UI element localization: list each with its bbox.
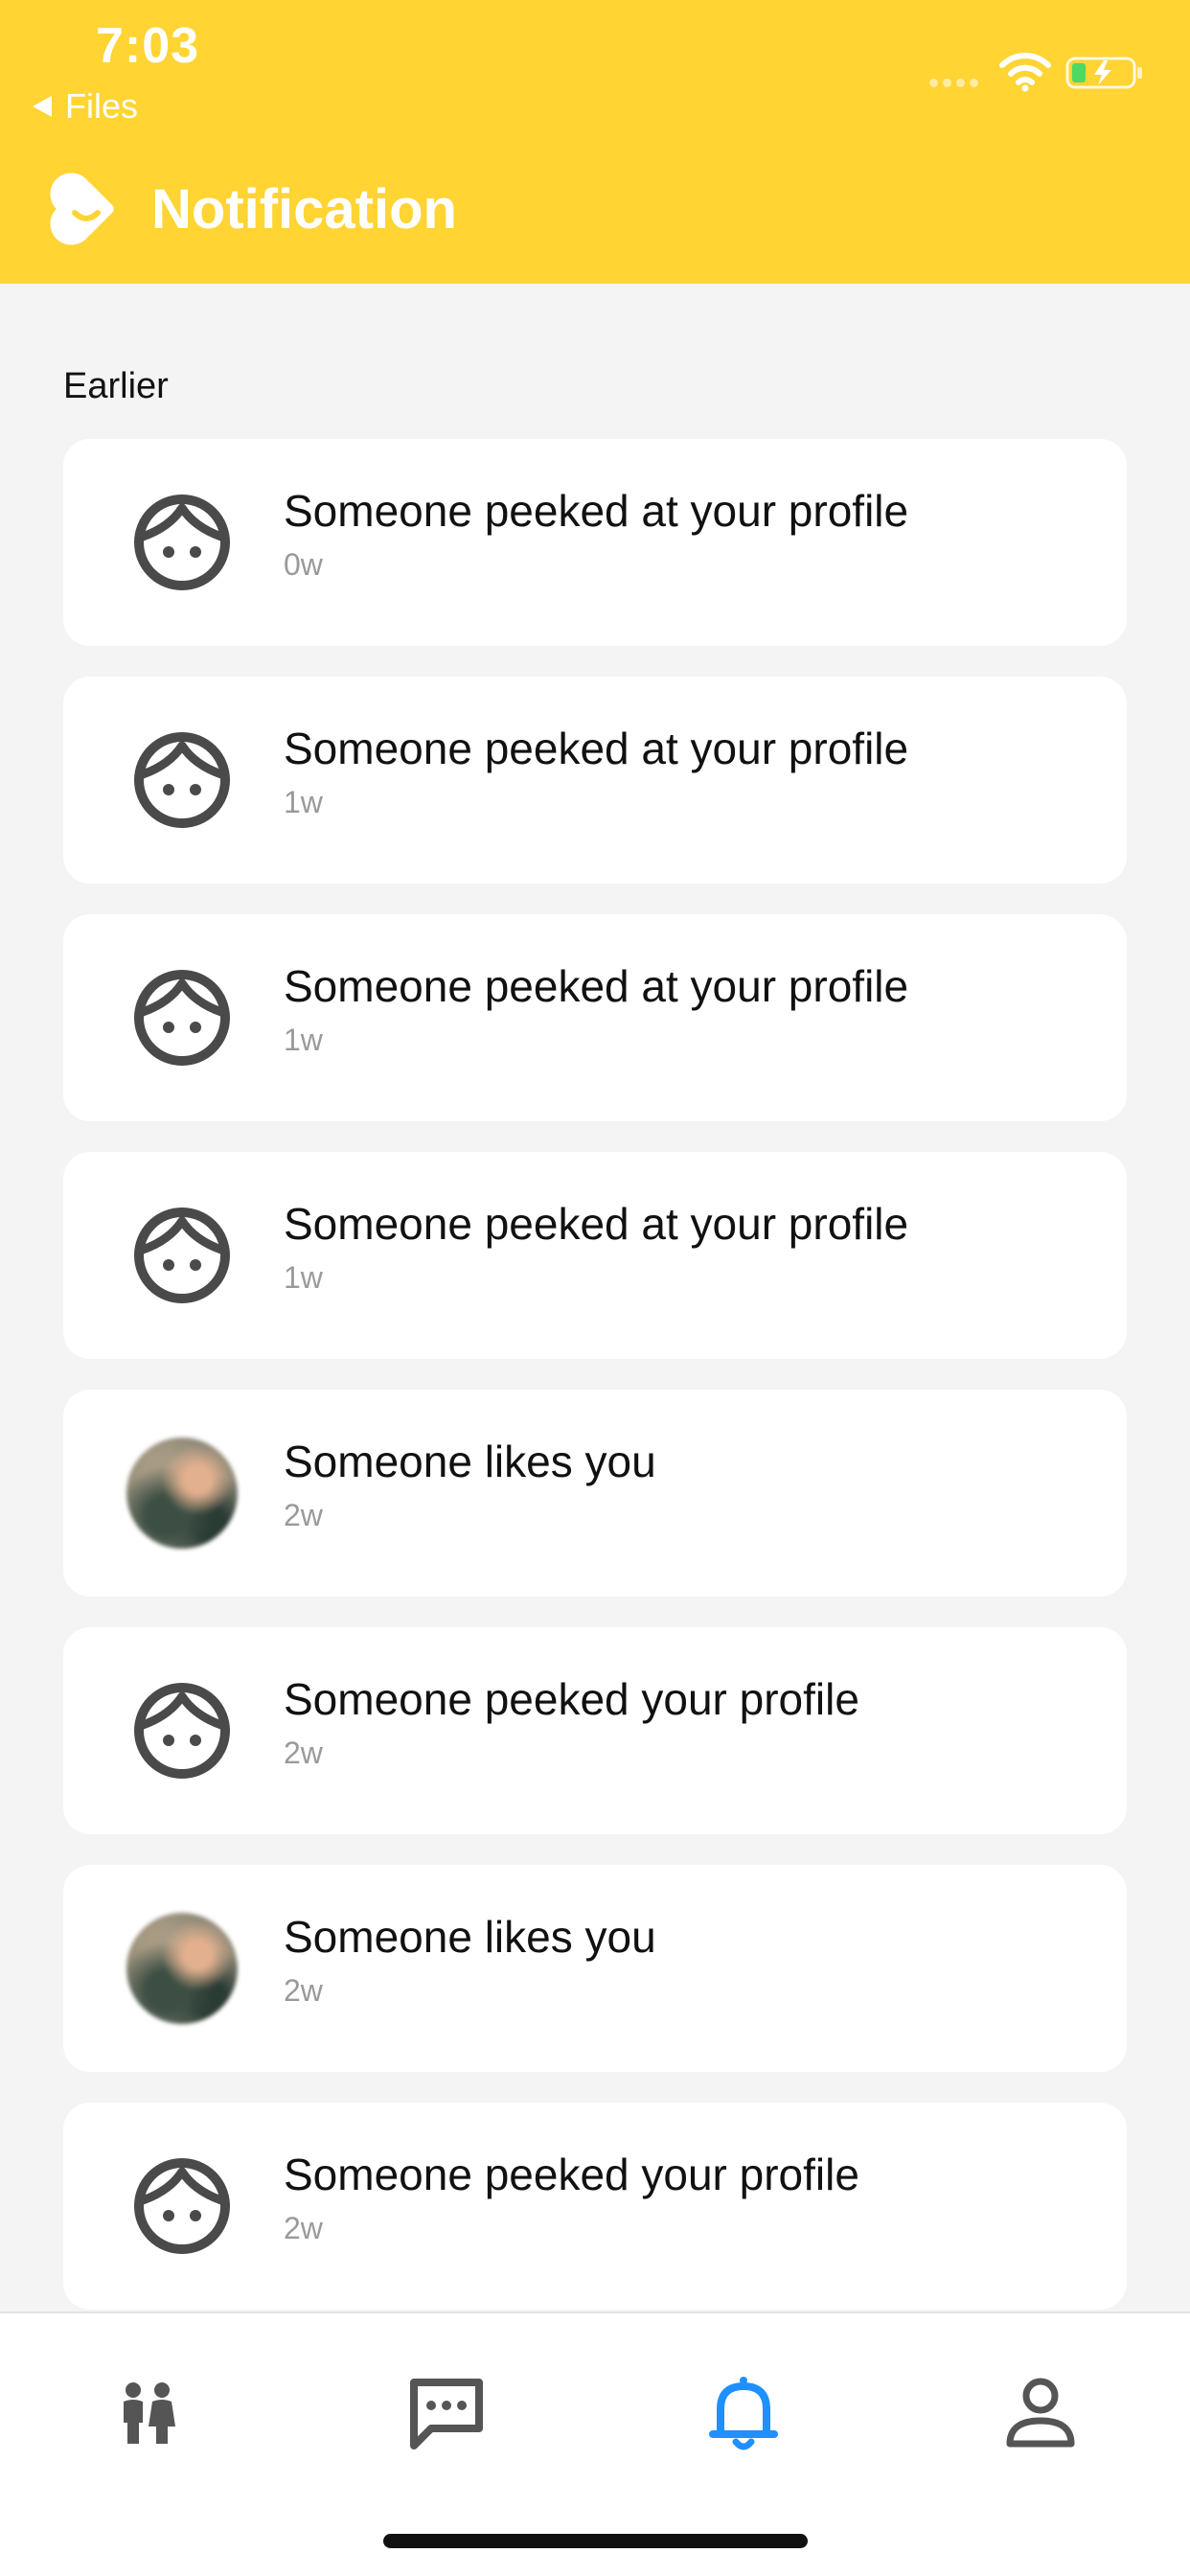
back-app-label: Files [65,86,139,126]
blurred-photo-avatar [126,1913,238,2024]
page-title: Notification [151,177,457,241]
face-outline-icon [126,1200,238,1311]
notification-card[interactable]: Someone peeked your profile 2w [63,1627,1127,1834]
app-logo-icon [50,172,114,245]
people-icon [124,2382,175,2444]
face-outline-icon [126,962,238,1073]
notification-screen: 7:03 Files Notification Earlier Someone … [0,0,1190,2576]
notification-title: Someone peeked at your profile [284,1199,909,1249]
chat-icon [410,2379,483,2450]
blurred-photo-avatar [126,1438,238,1549]
notification-list: Someone peeked at your profile 0w Someon… [63,439,1127,2340]
notification-title: Someone likes you [284,1437,656,1486]
notification-time: 2w [284,1736,323,1771]
status-time: 7:03 [96,18,200,74]
notification-card[interactable]: Someone peeked at your profile 0w [63,439,1127,646]
tab-notifications[interactable] [703,2373,784,2453]
notification-title: Someone peeked your profile [284,2150,859,2199]
profile-icon [1006,2378,1075,2448]
notification-title: Someone peeked at your profile [284,486,909,536]
notification-card[interactable]: Someone likes you 2w [63,1865,1127,2072]
bell-icon [709,2377,778,2450]
notification-title: Someone peeked at your profile [284,724,909,773]
section-label-earlier: Earlier [63,366,169,406]
battery-charging-icon [1065,57,1142,89]
notification-card[interactable]: Someone peeked your profile 2w [63,2103,1127,2310]
notification-time: 1w [284,785,323,820]
notification-time: 1w [284,1260,323,1296]
tab-people[interactable] [107,2373,188,2453]
notification-time: 1w [284,1023,323,1058]
wifi-icon [999,53,1051,92]
cellular-signal-icon [929,79,978,87]
header-title-row: Notification [50,172,457,245]
notification-title: Someone likes you [284,1912,656,1962]
home-indicator [383,2534,808,2548]
back-to-app-link[interactable]: Files [33,86,138,126]
tab-messages[interactable] [406,2373,487,2453]
notification-card[interactable]: Someone peeked at your profile 1w [63,914,1127,1121]
notification-card[interactable]: Someone peeked at your profile 1w [63,1152,1127,1359]
notification-title: Someone peeked at your profile [284,961,909,1011]
tab-profile[interactable] [1000,2373,1081,2453]
face-outline-icon [126,2150,238,2262]
notification-time: 2w [284,2211,323,2246]
notification-time: 2w [284,1973,323,2009]
header-bar: 7:03 Files Notification [0,0,1190,284]
notification-time: 0w [284,547,323,583]
face-outline-icon [126,724,238,836]
face-outline-icon [126,487,238,598]
notification-time: 2w [284,1498,323,1533]
notification-card[interactable]: Someone likes you 2w [63,1390,1127,1597]
back-triangle-icon [33,96,52,117]
face-outline-icon [126,1675,238,1786]
notification-card[interactable]: Someone peeked at your profile 1w [63,677,1127,884]
notification-title: Someone peeked your profile [284,1674,859,1724]
